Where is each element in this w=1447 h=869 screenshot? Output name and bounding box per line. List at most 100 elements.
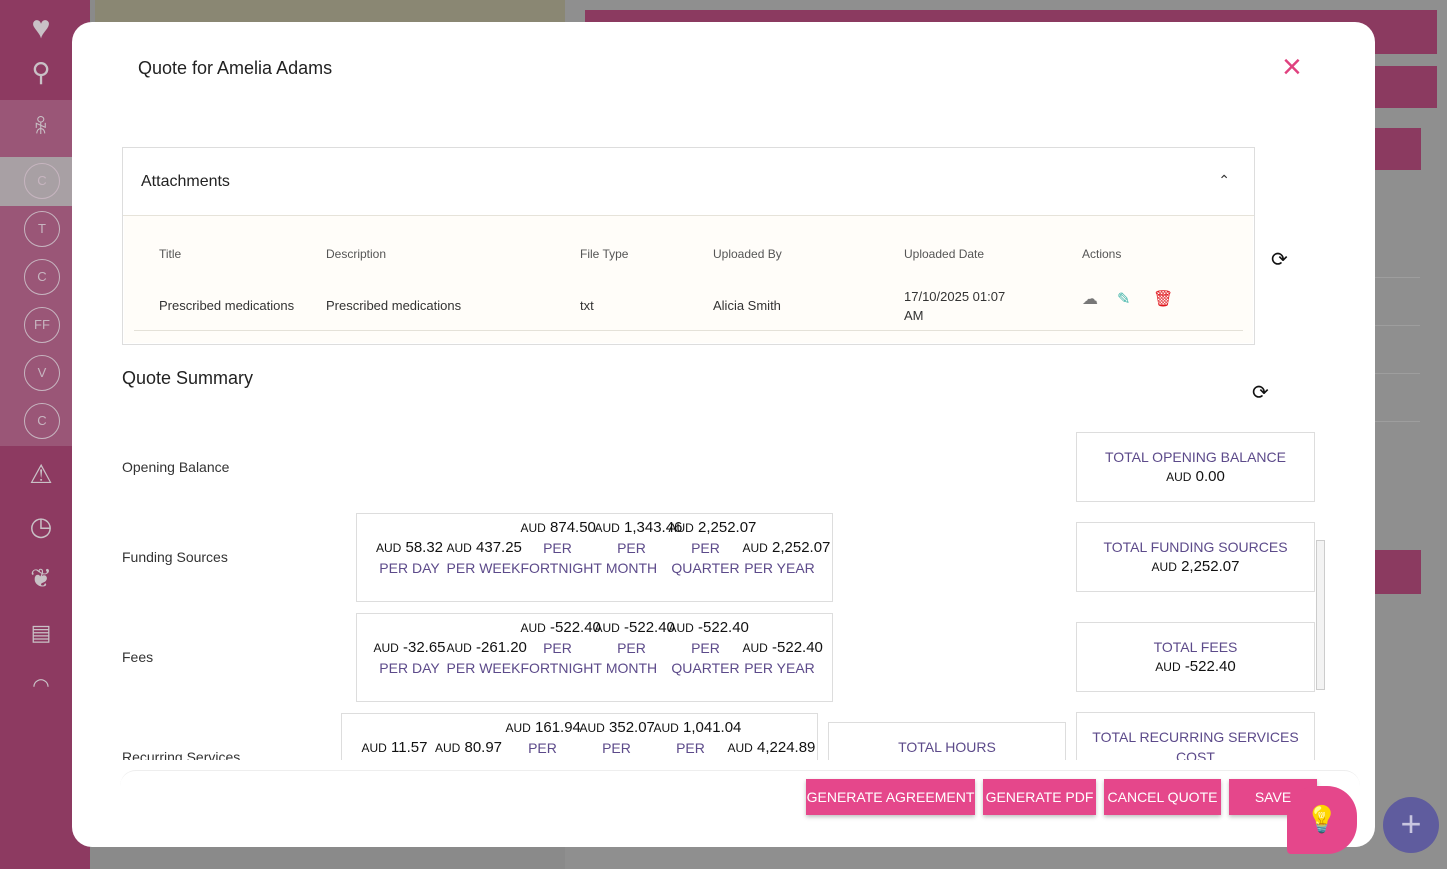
generate-pdf-button[interactable]: GENERATE PDF [983,779,1096,815]
attachments-header[interactable]: Attachments [123,148,1254,216]
cell-file-type: txt [580,298,594,313]
heart-icon[interactable]: ♥ [21,9,61,45]
period-amount: 874.50 [550,518,596,536]
chevron-up-icon[interactable]: ⌃ [1218,172,1230,189]
period-label: MONTH [605,659,658,676]
currency: AUD [434,740,461,755]
clients-icon[interactable]: ꆜ [21,110,61,146]
period-cell: AUD 58.32 PER DAY [373,538,447,578]
col-header-actions: Actions [1082,247,1122,261]
background-divider [1375,421,1420,422]
search-icon[interactable]: ⚲ [21,54,61,90]
background-bar [1375,128,1421,170]
funding-sources-label: Funding Sources [122,549,228,565]
period-label: PER WEEK [432,758,506,761]
dashboard-icon[interactable]: ◠ [21,668,61,704]
period-amount: 4,224.89 [757,738,816,756]
background-header [95,0,565,22]
period-label: PER [676,739,705,756]
period-label: PER [691,539,720,556]
clock-sync-icon[interactable]: ◷ [21,508,61,544]
sidebar-client-circle[interactable]: C [24,259,60,295]
currency: AUD [742,540,768,555]
period-label: PER DAY [358,758,432,761]
period-label: PER [543,639,572,656]
currency: AUD [727,740,753,755]
sidebar-client-circle[interactable]: FF [24,307,60,343]
currency: AUD [1155,660,1181,674]
background-divider [1375,277,1420,278]
refresh-attachments-icon[interactable]: ⟳ [1271,247,1288,272]
refresh-summary-icon[interactable]: ⟳ [1252,380,1269,405]
period-label: MONTH [580,758,654,761]
period-amount: 352.07 [609,718,655,736]
period-amount: 11.57 [391,738,428,756]
period-cell: AUD 1,041.04 PER QUARTER [653,718,742,761]
period-amount: 2,252.07 [698,518,757,536]
opening-balance-label: Opening Balance [122,459,230,475]
period-label: MONTH [605,559,658,576]
total-recurring-cost-card: TOTAL RECURRING SERVICES COST [1076,712,1315,760]
period-label: PER DAY [379,559,440,576]
currency: AUD [579,720,605,735]
warning-icon[interactable]: ⚠ [21,456,61,492]
currency: AUD [742,640,768,655]
messages-icon[interactable]: ▤ [21,615,61,651]
total-value: 0.00 [1195,468,1225,485]
currency: AUD [446,540,472,555]
col-header-uploaded-by: Uploaded By [713,247,782,261]
period-label: QUARTER [654,758,728,761]
generate-agreement-button[interactable]: GENERATE AGREEMENT [806,779,975,815]
sidebar-client-circle[interactable]: V [24,355,60,391]
background-divider [1375,325,1420,326]
period-amount: 2,252.07 [772,538,831,556]
currency: AUD [520,620,546,635]
funding-sources-breakdown: AUD 58.32 PER DAY AUD 437.25 PER WEEK AUD 87… [356,513,833,602]
sidebar-client-circle[interactable]: T [24,211,60,247]
period-label: FORTNIGHT [520,659,602,676]
quote-modal: Quote for Amelia Adams × Attachments ⌃ T… [72,22,1375,847]
sidebar-client-circle[interactable]: C [24,403,60,439]
period-label: PER YEAR [728,758,802,761]
close-icon[interactable]: × [1282,50,1302,84]
cell-title: Prescribed medications [159,298,295,313]
currency: AUD [668,620,694,635]
summary-scroll-area[interactable]: Opening Balance TOTAL OPENING BALANCE AU… [72,422,1375,760]
total-label: TOTAL RECURRING SERVICES COST [1092,729,1299,760]
period-cell: AUD -522.40 PER MONTH [595,618,675,678]
cell-uploaded-by: Alicia Smith [713,298,781,313]
sidebar-client-circle[interactable]: C [24,163,60,199]
currency: AUD [446,640,472,655]
currency: AUD [653,720,679,735]
recurring-services-breakdown: AUD 11.57PER DAYAUD 80.97PER WEEKAUD 161… [341,713,818,760]
period-label: PER [528,739,557,756]
currency: AUD [668,520,694,535]
modal-title: Quote for Amelia Adams [138,58,333,78]
total-funding-sources-card: TOTAL FUNDING SOURCES AUD 2,252.07 [1076,522,1315,592]
total-value: -522.40 [1184,658,1236,675]
currency: AUD [505,720,531,735]
delete-icon[interactable]: 🗑 [1153,289,1173,309]
total-hours-card: TOTAL HOURS [828,722,1066,760]
period-cell: AUD 437.25 PER WEEK [446,538,522,578]
cell-description: Prescribed medications [326,298,462,313]
cancel-quote-button[interactable]: CANCEL QUOTE [1104,779,1221,815]
cell-uploaded-time: AM [904,308,924,323]
edit-icon[interactable]: ✎ [1117,289,1130,309]
total-opening-balance-card: TOTAL OPENING BALANCE AUD 0.00 [1076,432,1315,502]
period-cell: AUD 11.57 PER DAY [358,738,432,761]
lightbulb-icon[interactable]: 💡 [1287,786,1357,854]
background-bar [1375,550,1421,594]
total-fees-card: TOTAL FEES AUD -522.40 [1076,622,1315,692]
hearts-icon[interactable]: ❦ [21,560,61,596]
period-cell: AUD 80.97 PER WEEK [432,738,506,761]
add-fab-button[interactable]: + [1383,797,1439,853]
period-cell: AUD 4,224.89 PER YEAR [727,738,816,761]
period-amount: 437.25 [476,538,522,556]
period-cell: AUD 2,252.07 PER QUARTER [668,518,757,578]
total-value: 2,252.07 [1181,558,1240,575]
period-label: PER [543,539,572,556]
download-icon[interactable]: ☁ [1082,289,1098,309]
scrollbar[interactable] [1316,540,1325,690]
period-label: FORTNIGHT [520,559,602,576]
